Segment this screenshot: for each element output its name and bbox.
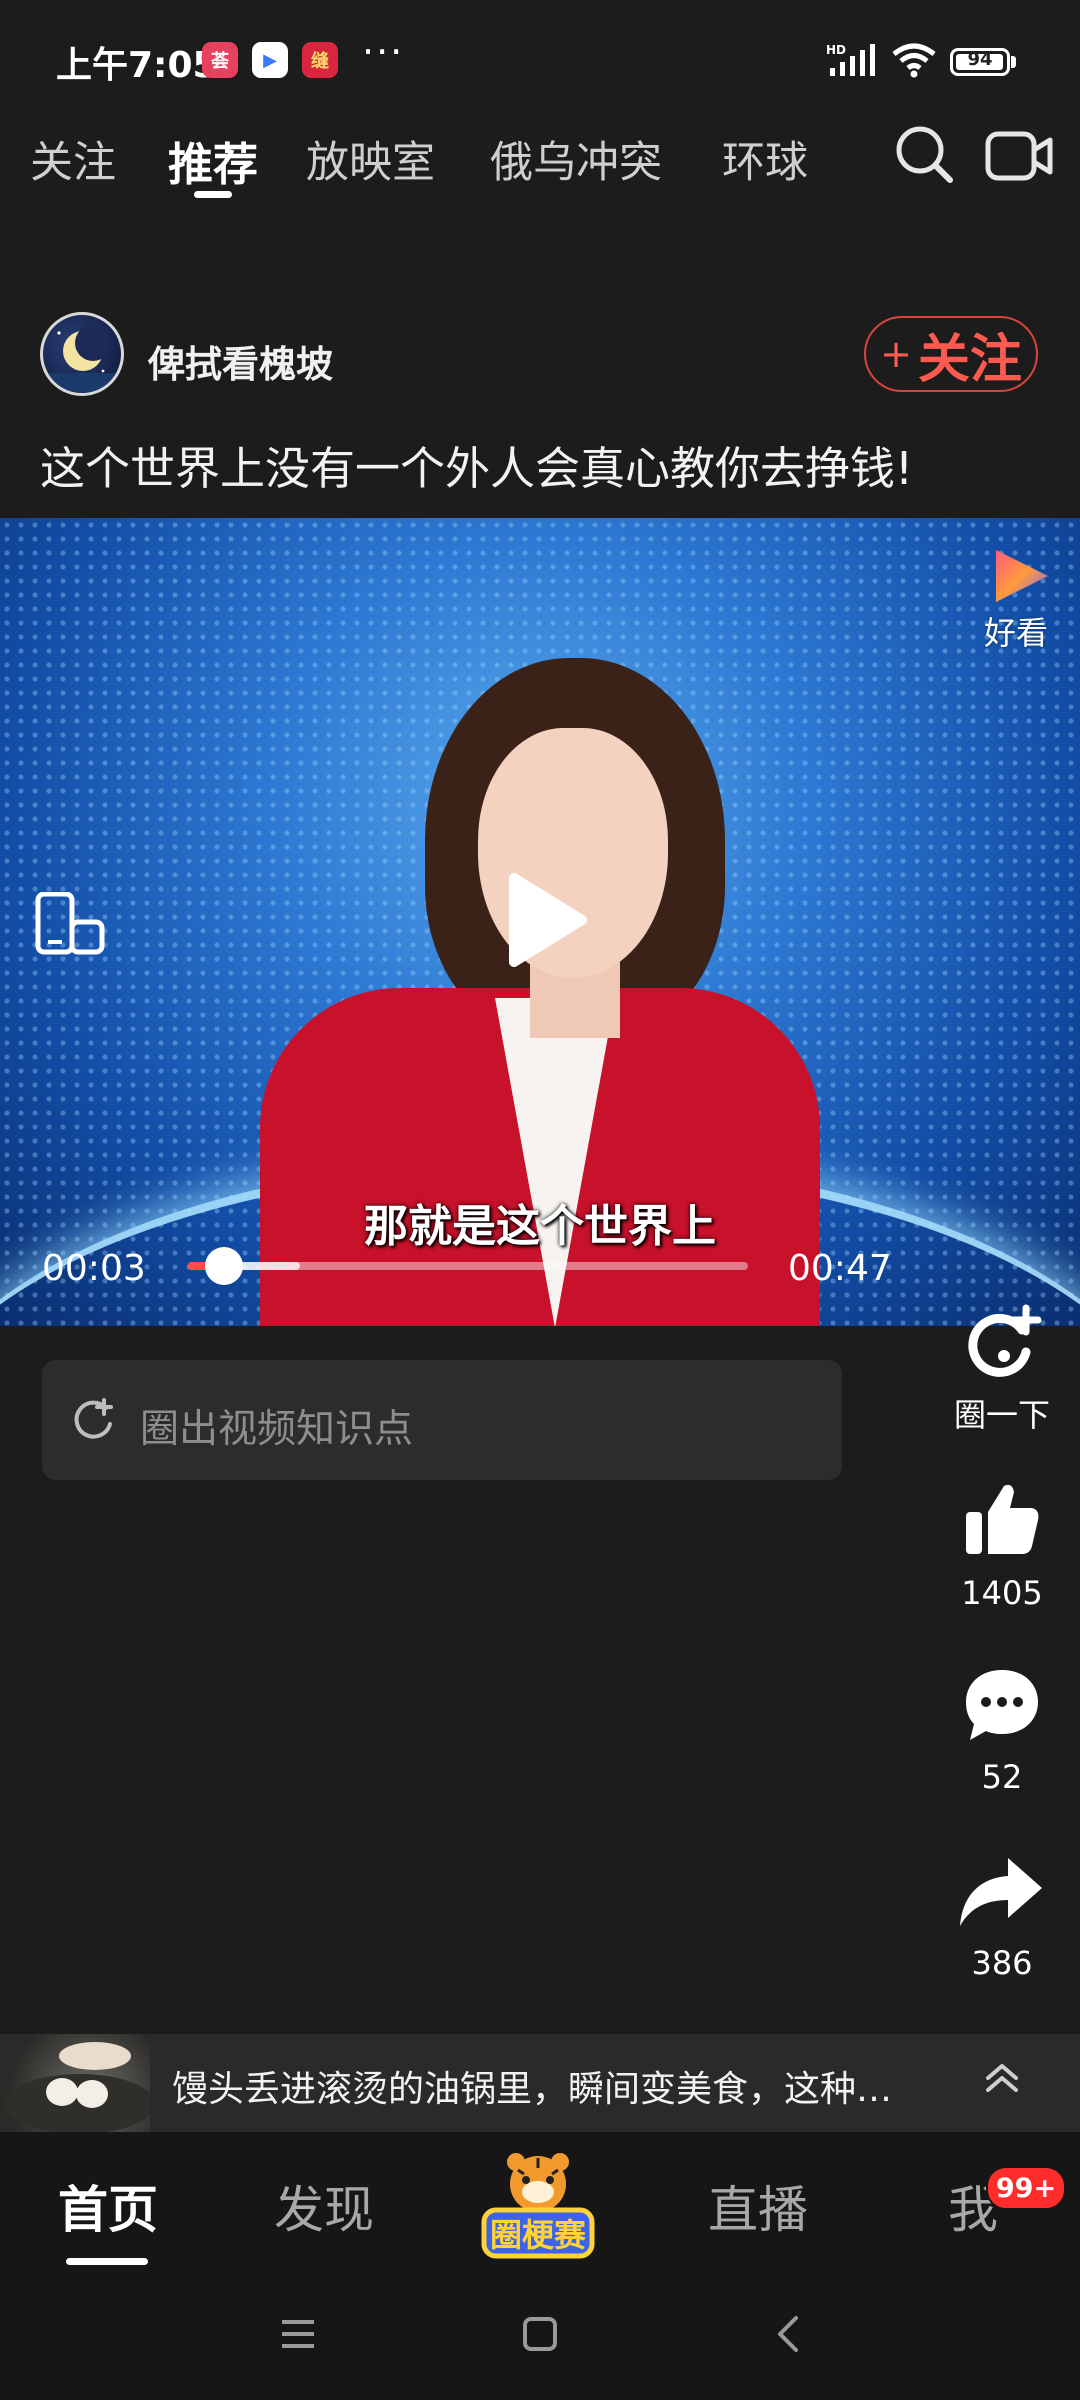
more-notifications-icon: ··· [362,30,405,74]
search-icon[interactable] [892,122,956,186]
fullscreen-rotate-icon[interactable] [34,891,106,962]
follow-label: 关注 [917,329,1022,390]
battery-tip [1011,56,1016,68]
network-type-label: HD [826,43,846,57]
comment-count: 52 [981,1758,1023,1796]
circle-it-label[interactable]: 圈一下 [932,1390,1072,1436]
share-icon[interactable] [956,1854,1046,1934]
total-time: 00:47 [788,1248,892,1289]
nav-home[interactable]: 首页 [58,2170,158,2242]
haokan-label: 好看 [984,614,1049,652]
signal-icon: HD [826,42,882,82]
wifi-icon [890,42,938,82]
tab-theater[interactable]: 放映室 [306,128,435,190]
like-icon[interactable] [960,1480,1044,1564]
knowledge-placeholder: 圈出视频知识点 [140,1407,414,1452]
tab-follow[interactable]: 关注 [30,128,116,190]
status-time: 上午7:05 [56,45,218,86]
nav-meme-contest-logo[interactable]: 圈梗赛 [478,2150,598,2260]
share-count: 386 [971,1944,1033,1982]
avatar[interactable] [40,312,124,396]
nav-discover[interactable]: 发现 [274,2170,374,2242]
follow-button[interactable]: + 关注 [864,316,1038,392]
category-tabs: 关注 推荐 放映室 俄乌冲突 环球 [0,118,880,198]
tab-russia-ukraine[interactable]: 俄乌冲突 [490,128,662,190]
chevron-up-double-icon[interactable] [980,2056,1024,2104]
nav-center-label: 圈梗赛 [490,2216,587,2254]
nav-active-indicator [66,2258,148,2265]
author-name[interactable]: 俾拭看槐坡 [148,334,333,388]
back-icon[interactable] [770,2314,806,2358]
app-shop-icon: 缝 [302,42,338,78]
play-icon[interactable] [500,870,590,974]
current-time: 00:03 [42,1248,146,1289]
circle-refresh-icon [70,1398,116,1448]
tab-global[interactable]: 环球 [722,128,808,190]
follow-plus-icon: + [880,332,912,376]
post-title[interactable]: 这个世界上没有一个外人会真心教你去挣钱! [40,432,913,497]
circle-it-icon[interactable] [960,1300,1046,1390]
recommendation-thumbnail[interactable] [0,2034,150,2132]
recommendation-title[interactable]: 馒头丢进滚烫的油锅里，瞬间变美食，这种做... [172,2060,922,2112]
video-subtitle: 那就是这个世界上 [364,1201,716,1252]
battery-icon: 94 [950,48,1010,76]
video-camera-icon[interactable] [984,126,1054,186]
home-icon[interactable] [520,2314,560,2358]
menu-icon[interactable] [278,2316,318,2356]
battery-level: 94 [967,49,993,70]
tab-recommend[interactable]: 推荐 [168,128,258,193]
presenter-shirt [495,998,615,1326]
app-red-icon: 荟 [202,42,238,78]
like-count: 1405 [961,1574,1043,1612]
notification-badge: 99+ [986,2166,1066,2210]
progress-thumb[interactable] [204,1247,243,1285]
progress-track[interactable] [188,1262,748,1270]
active-tab-indicator [194,191,232,198]
comment-icon[interactable] [960,1666,1044,1750]
app-play-icon: ▶ [252,42,288,78]
haokan-logo-icon [988,544,1058,612]
nav-live[interactable]: 直播 [708,2170,808,2242]
